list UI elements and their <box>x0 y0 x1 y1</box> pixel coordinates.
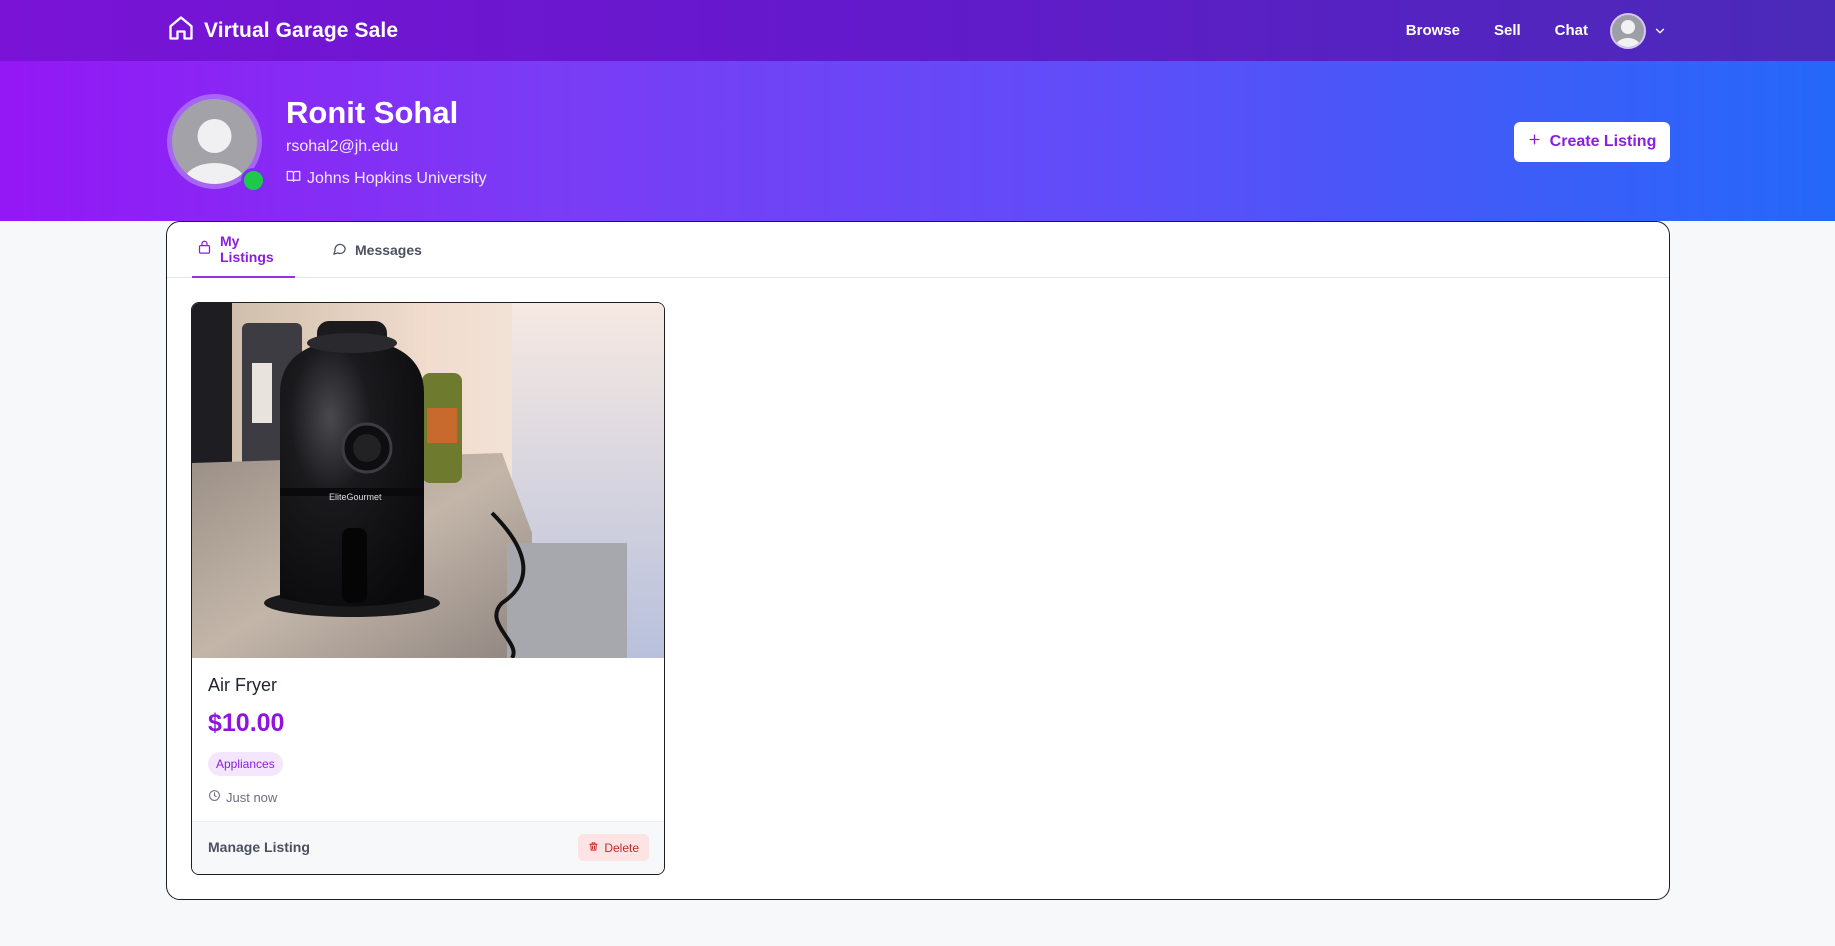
nav-links: Browse Sell Chat <box>1406 0 1667 61</box>
category-badge: Appliances <box>208 752 283 776</box>
listing-card[interactable]: EliteGourmet Air Fryer $10.00 Appliances… <box>191 302 665 875</box>
listing-image[interactable]: EliteGourmet <box>192 303 664 658</box>
create-listing-button[interactable]: Create Listing <box>1514 122 1670 162</box>
air-fryer-photo: EliteGourmet <box>192 303 664 658</box>
brand-logo-link[interactable]: Virtual Garage Sale <box>167 0 398 61</box>
nav-chat-link[interactable]: Chat <box>1555 22 1588 39</box>
profile-tabs: My Listings Messages <box>167 222 1669 278</box>
tab-my-listings-label: My Listings <box>220 233 274 265</box>
listing-price: $10.00 <box>208 709 285 737</box>
profile-email: rsohal2@jh.edu <box>286 138 399 155</box>
listing-time: Just now <box>208 789 277 805</box>
tab-my-listings[interactable]: My Listings <box>192 222 295 278</box>
profile-header: Ronit Sohal rsohal2@jh.edu Johns Hopkins… <box>0 61 1835 221</box>
nav-browse-link[interactable]: Browse <box>1406 22 1460 39</box>
tab-messages[interactable]: Messages <box>332 222 422 278</box>
profile-school: Johns Hopkins University <box>286 169 487 189</box>
tab-messages-label: Messages <box>355 242 422 258</box>
listing-card-footer: Manage Listing Delete <box>192 821 664 874</box>
top-navbar: Virtual Garage Sale Browse Sell Chat <box>0 0 1835 61</box>
listing-title[interactable]: Air Fryer <box>208 675 277 696</box>
delete-listing-button[interactable]: Delete <box>578 834 649 861</box>
trash-icon <box>588 841 599 855</box>
delete-label: Delete <box>604 840 639 855</box>
user-avatar-button[interactable] <box>1610 12 1646 49</box>
nav-sell-link[interactable]: Sell <box>1494 22 1521 39</box>
book-icon <box>286 169 301 189</box>
plus-icon <box>1528 133 1541 151</box>
clock-icon <box>208 789 221 805</box>
profile-content-panel: My Listings Messages EliteGourmet Air Fr… <box>166 221 1670 900</box>
school-name: Johns Hopkins University <box>307 170 487 187</box>
home-icon <box>167 14 195 47</box>
brand-name: Virtual Garage Sale <box>204 18 399 42</box>
manage-listing-link[interactable]: Manage Listing <box>208 839 310 855</box>
create-listing-label: Create Listing <box>1549 133 1657 150</box>
chat-bubble-icon <box>332 241 347 259</box>
listing-time-label: Just now <box>226 789 278 805</box>
chevron-down-icon[interactable] <box>1653 24 1667 38</box>
bag-icon <box>197 240 212 258</box>
online-status-indicator <box>241 168 266 193</box>
image-brand-text: EliteGourmet <box>329 492 382 502</box>
profile-name: Ronit Sohal <box>286 95 459 130</box>
user-silhouette-icon <box>1616 19 1640 47</box>
